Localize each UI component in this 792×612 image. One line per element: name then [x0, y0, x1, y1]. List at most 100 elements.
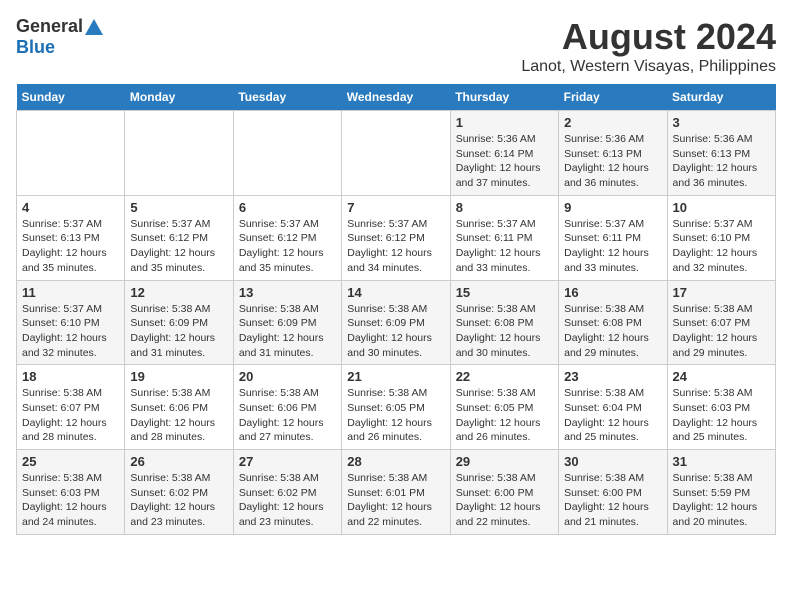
day-number: 18 — [22, 369, 119, 384]
calendar-cell: 19 Sunrise: 5:38 AM Sunset: 6:06 PM Dayli… — [125, 365, 233, 450]
day-detail: Sunrise: 5:38 AM Sunset: 6:03 PM Dayligh… — [22, 471, 119, 530]
day-detail: Sunrise: 5:38 AM Sunset: 6:06 PM Dayligh… — [130, 386, 227, 445]
day-detail: Sunrise: 5:38 AM Sunset: 6:08 PM Dayligh… — [564, 302, 661, 361]
page-header: General Blue August 2024 Lanot, Western … — [16, 16, 776, 76]
calendar-cell: 1 Sunrise: 5:36 AM Sunset: 6:14 PM Daylig… — [450, 111, 558, 196]
day-number: 19 — [130, 369, 227, 384]
calendar-cell: 17 Sunrise: 5:38 AM Sunset: 6:07 PM Dayli… — [667, 280, 775, 365]
day-number: 20 — [239, 369, 336, 384]
calendar-cell: 26 Sunrise: 5:38 AM Sunset: 6:02 PM Dayli… — [125, 450, 233, 535]
day-number: 28 — [347, 454, 444, 469]
day-detail: Sunrise: 5:38 AM Sunset: 6:08 PM Dayligh… — [456, 302, 553, 361]
calendar-week-row: 4Sunrise: 5:37 AM Sunset: 6:13 PM Daylig… — [17, 195, 776, 280]
day-detail: Sunrise: 5:36 AM Sunset: 6:13 PM Dayligh… — [564, 132, 661, 191]
day-number: 21 — [347, 369, 444, 384]
weekday-header-row: SundayMondayTuesdayWednesdayThursdayFrid… — [17, 84, 776, 111]
calendar-cell: 20 Sunrise: 5:38 AM Sunset: 6:06 PM Dayli… — [233, 365, 341, 450]
calendar-cell: 7 Sunrise: 5:37 AM Sunset: 6:12 PM Daylig… — [342, 195, 450, 280]
weekday-header-thursday: Thursday — [450, 84, 558, 111]
day-number: 15 — [456, 285, 553, 300]
day-number: 4 — [22, 200, 119, 215]
day-detail: Sunrise: 5:36 AM Sunset: 6:14 PM Dayligh… — [456, 132, 553, 191]
calendar-week-row: 18Sunrise: 5:38 AM Sunset: 6:07 PM Dayli… — [17, 365, 776, 450]
calendar-week-row: 1 Sunrise: 5:36 AM Sunset: 6:14 PM Daylig… — [17, 111, 776, 196]
day-number: 7 — [347, 200, 444, 215]
logo-blue: Blue — [16, 37, 55, 57]
day-number: 10 — [673, 200, 770, 215]
weekday-header-tuesday: Tuesday — [233, 84, 341, 111]
day-number: 25 — [22, 454, 119, 469]
calendar-cell: 30 Sunrise: 5:38 AM Sunset: 6:00 PM Dayli… — [559, 450, 667, 535]
calendar-cell: 31 Sunrise: 5:38 AM Sunset: 5:59 PM Dayli… — [667, 450, 775, 535]
day-detail: Sunrise: 5:38 AM Sunset: 6:03 PM Dayligh… — [673, 386, 770, 445]
location-title: Lanot, Western Visayas, Philippines — [521, 58, 776, 76]
calendar-table: SundayMondayTuesdayWednesdayThursdayFrid… — [16, 84, 776, 535]
day-detail: Sunrise: 5:37 AM Sunset: 6:12 PM Dayligh… — [347, 217, 444, 276]
day-number: 26 — [130, 454, 227, 469]
calendar-cell: 9 Sunrise: 5:37 AM Sunset: 6:11 PM Daylig… — [559, 195, 667, 280]
day-number: 9 — [564, 200, 661, 215]
day-detail: Sunrise: 5:37 AM Sunset: 6:11 PM Dayligh… — [456, 217, 553, 276]
calendar-cell: 3Sunrise: 5:36 AM Sunset: 6:13 PM Daylig… — [667, 111, 775, 196]
weekday-header-monday: Monday — [125, 84, 233, 111]
day-detail: Sunrise: 5:37 AM Sunset: 6:12 PM Dayligh… — [130, 217, 227, 276]
day-detail: Sunrise: 5:38 AM Sunset: 6:05 PM Dayligh… — [347, 386, 444, 445]
calendar-cell: 27 Sunrise: 5:38 AM Sunset: 6:02 PM Dayli… — [233, 450, 341, 535]
title-area: August 2024 Lanot, Western Visayas, Phil… — [521, 16, 776, 76]
calendar-cell: 14 Sunrise: 5:38 AM Sunset: 6:09 PM Dayli… — [342, 280, 450, 365]
day-detail: Sunrise: 5:38 AM Sunset: 6:04 PM Dayligh… — [564, 386, 661, 445]
day-number: 5 — [130, 200, 227, 215]
calendar-cell: 16Sunrise: 5:38 AM Sunset: 6:08 PM Dayli… — [559, 280, 667, 365]
day-detail: Sunrise: 5:37 AM Sunset: 6:10 PM Dayligh… — [673, 217, 770, 276]
calendar-cell: 18Sunrise: 5:38 AM Sunset: 6:07 PM Dayli… — [17, 365, 125, 450]
day-number: 29 — [456, 454, 553, 469]
day-number: 1 — [456, 115, 553, 130]
calendar-cell: 22Sunrise: 5:38 AM Sunset: 6:05 PM Dayli… — [450, 365, 558, 450]
day-number: 27 — [239, 454, 336, 469]
calendar-cell: 29 Sunrise: 5:38 AM Sunset: 6:00 PM Dayli… — [450, 450, 558, 535]
day-detail: Sunrise: 5:38 AM Sunset: 6:00 PM Dayligh… — [564, 471, 661, 530]
month-title: August 2024 — [521, 16, 776, 58]
day-detail: Sunrise: 5:38 AM Sunset: 5:59 PM Dayligh… — [673, 471, 770, 530]
calendar-cell: 10 Sunrise: 5:37 AM Sunset: 6:10 PM Dayli… — [667, 195, 775, 280]
day-detail: Sunrise: 5:38 AM Sunset: 6:07 PM Dayligh… — [673, 302, 770, 361]
day-detail: Sunrise: 5:36 AM Sunset: 6:13 PM Dayligh… — [673, 132, 770, 191]
calendar-cell: 4Sunrise: 5:37 AM Sunset: 6:13 PM Daylig… — [17, 195, 125, 280]
calendar-cell: 8 Sunrise: 5:37 AM Sunset: 6:11 PM Daylig… — [450, 195, 558, 280]
day-number: 31 — [673, 454, 770, 469]
day-detail: Sunrise: 5:37 AM Sunset: 6:10 PM Dayligh… — [22, 302, 119, 361]
calendar-cell: 13 Sunrise: 5:38 AM Sunset: 6:09 PM Dayli… — [233, 280, 341, 365]
day-number: 30 — [564, 454, 661, 469]
calendar-cell — [17, 111, 125, 196]
calendar-week-row: 25 Sunrise: 5:38 AM Sunset: 6:03 PM Dayli… — [17, 450, 776, 535]
calendar-cell — [342, 111, 450, 196]
calendar-cell: 23Sunrise: 5:38 AM Sunset: 6:04 PM Dayli… — [559, 365, 667, 450]
calendar-cell: 6Sunrise: 5:37 AM Sunset: 6:12 PM Daylig… — [233, 195, 341, 280]
day-detail: Sunrise: 5:38 AM Sunset: 6:00 PM Dayligh… — [456, 471, 553, 530]
calendar-cell: 2 Sunrise: 5:36 AM Sunset: 6:13 PM Daylig… — [559, 111, 667, 196]
day-number: 8 — [456, 200, 553, 215]
calendar-cell: 28 Sunrise: 5:38 AM Sunset: 6:01 PM Dayli… — [342, 450, 450, 535]
day-detail: Sunrise: 5:38 AM Sunset: 6:02 PM Dayligh… — [130, 471, 227, 530]
day-detail: Sunrise: 5:38 AM Sunset: 6:09 PM Dayligh… — [347, 302, 444, 361]
day-number: 24 — [673, 369, 770, 384]
day-number: 12 — [130, 285, 227, 300]
calendar-cell: 24 Sunrise: 5:38 AM Sunset: 6:03 PM Dayli… — [667, 365, 775, 450]
day-number: 2 — [564, 115, 661, 130]
day-number: 17 — [673, 285, 770, 300]
calendar-cell: 5 Sunrise: 5:37 AM Sunset: 6:12 PM Daylig… — [125, 195, 233, 280]
weekday-header-saturday: Saturday — [667, 84, 775, 111]
day-detail: Sunrise: 5:38 AM Sunset: 6:06 PM Dayligh… — [239, 386, 336, 445]
day-detail: Sunrise: 5:37 AM Sunset: 6:11 PM Dayligh… — [564, 217, 661, 276]
calendar-week-row: 11Sunrise: 5:37 AM Sunset: 6:10 PM Dayli… — [17, 280, 776, 365]
day-detail: Sunrise: 5:37 AM Sunset: 6:12 PM Dayligh… — [239, 217, 336, 276]
day-number: 14 — [347, 285, 444, 300]
day-detail: Sunrise: 5:38 AM Sunset: 6:05 PM Dayligh… — [456, 386, 553, 445]
calendar-cell: 11Sunrise: 5:37 AM Sunset: 6:10 PM Dayli… — [17, 280, 125, 365]
calendar-cell: 12Sunrise: 5:38 AM Sunset: 6:09 PM Dayli… — [125, 280, 233, 365]
day-detail: Sunrise: 5:38 AM Sunset: 6:02 PM Dayligh… — [239, 471, 336, 530]
day-detail: Sunrise: 5:38 AM Sunset: 6:01 PM Dayligh… — [347, 471, 444, 530]
day-detail: Sunrise: 5:38 AM Sunset: 6:09 PM Dayligh… — [239, 302, 336, 361]
day-number: 13 — [239, 285, 336, 300]
calendar-cell: 15 Sunrise: 5:38 AM Sunset: 6:08 PM Dayli… — [450, 280, 558, 365]
